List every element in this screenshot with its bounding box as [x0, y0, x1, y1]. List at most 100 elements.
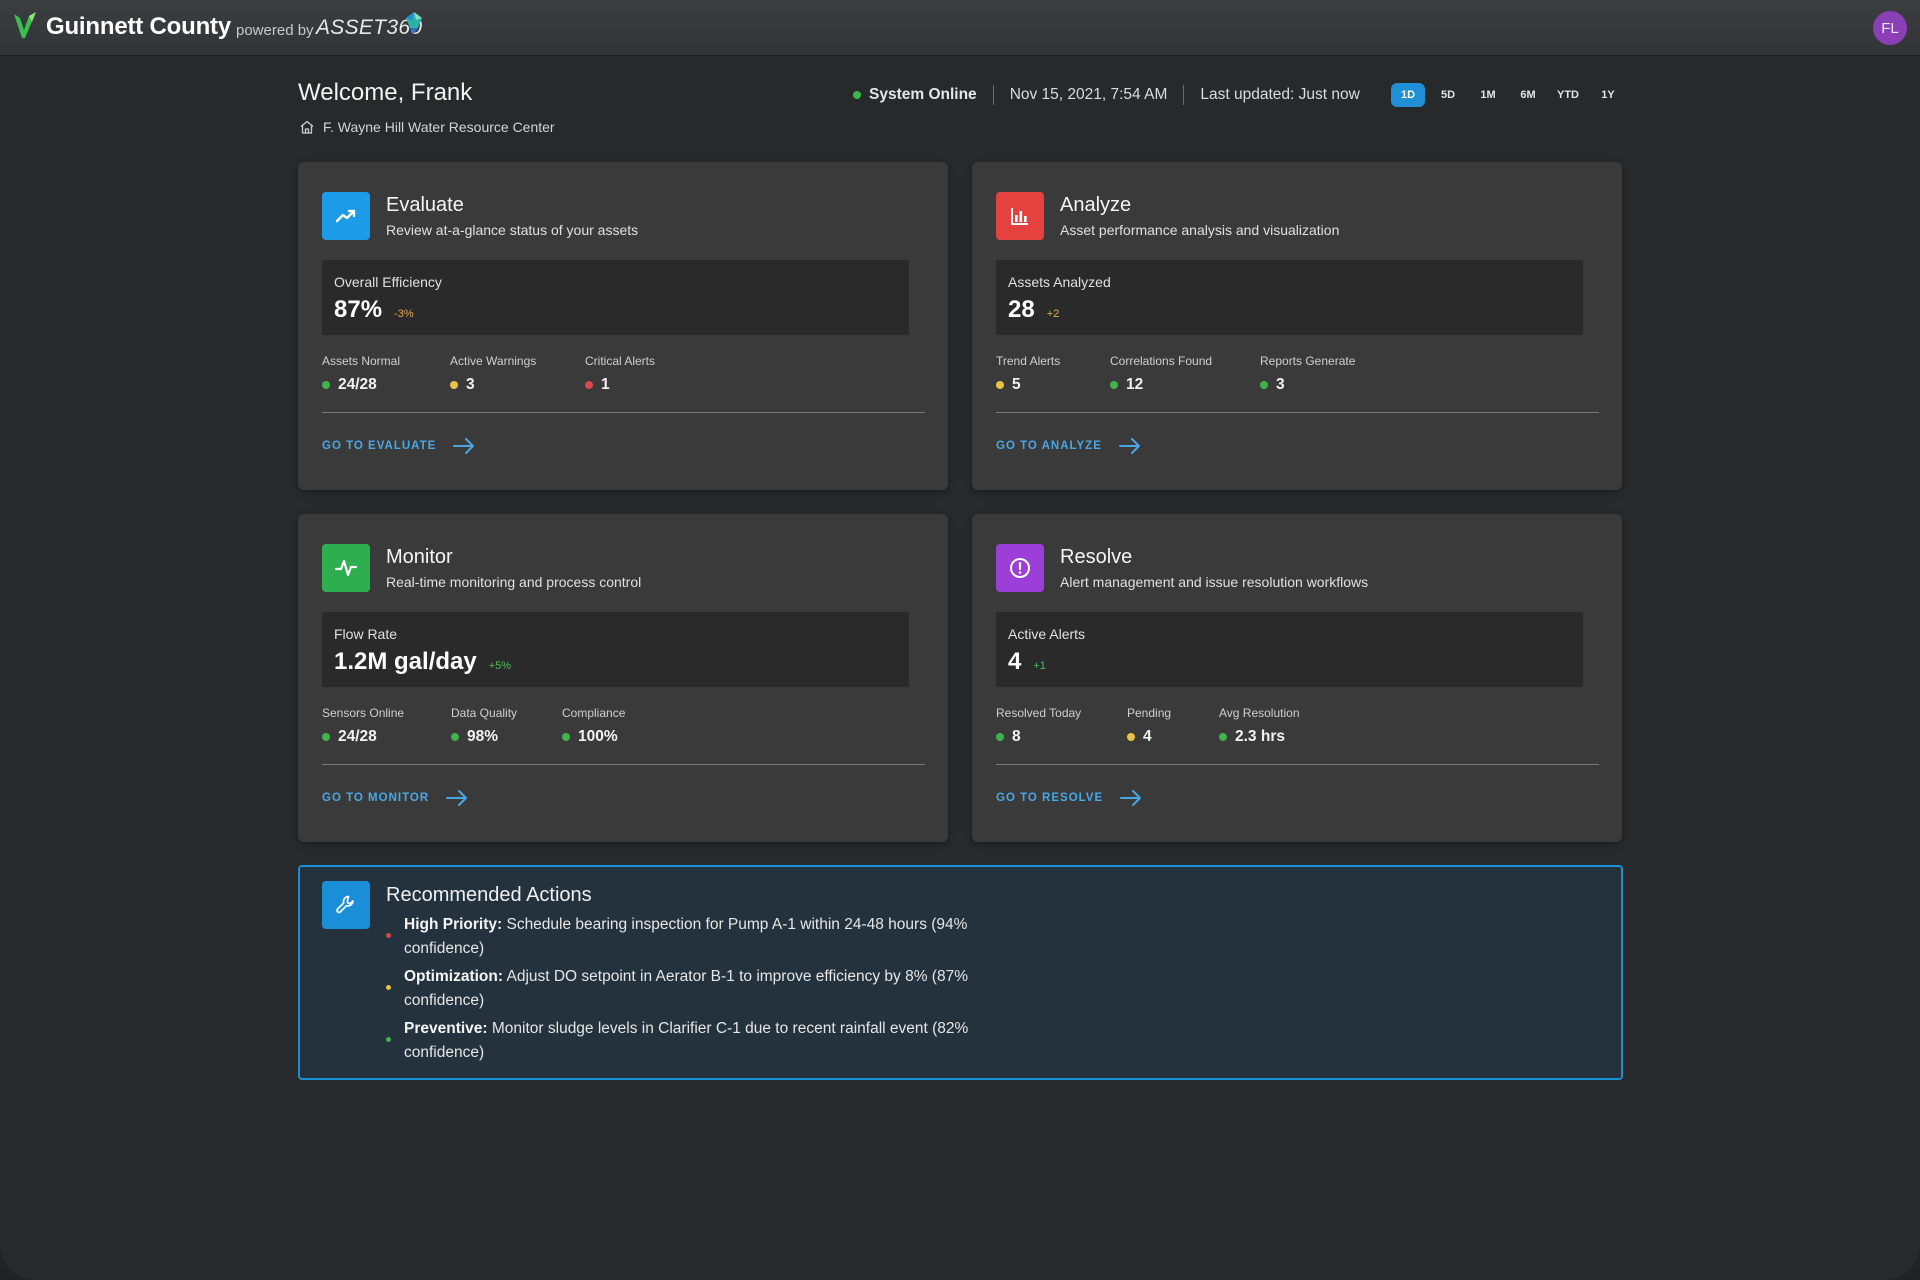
kpi-delta: -3% [394, 308, 414, 320]
card-title: Resolve [1060, 546, 1133, 568]
kpi-label: Flow Rate [334, 626, 398, 642]
divider [992, 85, 994, 105]
card-subtitle: Review at-a-glance status of your assets [386, 222, 639, 238]
status-dot [1260, 381, 1268, 389]
trending-up-icon [322, 192, 370, 240]
stat-label: Pending [1127, 706, 1172, 720]
kpi-label: Overall Efficiency [334, 274, 442, 290]
welcome-heading: Welcome, Frank [298, 79, 473, 106]
card-divider [996, 412, 1599, 413]
link-label: GO TO EVALUATE [322, 440, 437, 452]
stat-item: Avg Resolution 2.3 hrs [1219, 706, 1300, 746]
divider [1183, 85, 1185, 105]
range-button-5d[interactable]: 5D [1431, 83, 1465, 107]
brand-name: Guinnett County [46, 13, 231, 40]
priority-dot [386, 933, 391, 938]
stat-value: 8 [1012, 728, 1021, 745]
go-to-evaluate-link[interactable]: GO TO EVALUATE [322, 436, 476, 456]
range-button-6m[interactable]: 6M [1511, 83, 1545, 107]
stat-item: Correlations Found 12 [1110, 354, 1212, 394]
card-title: Analyze [1060, 194, 1132, 216]
top-bar: Guinnett County powered by ASSET360 FL [0, 0, 1920, 56]
stat-label: Data Quality [451, 706, 518, 720]
stat-value: 1 [601, 376, 610, 393]
recommendation-item: High Priority: Schedule bearing inspecti… [386, 913, 986, 961]
stat-item: Compliance 100% [562, 706, 625, 746]
arrow-right-icon [446, 790, 468, 806]
stat-value: 24/28 [338, 376, 377, 393]
alert-circle-icon [996, 544, 1044, 592]
stat-item: Active Warnings 3 [450, 354, 536, 394]
stat-value: 4 [1143, 728, 1152, 745]
range-button-1y[interactable]: 1Y [1591, 83, 1625, 107]
kpi-label: Active Alerts [1008, 626, 1086, 642]
card-title: Monitor [386, 546, 453, 568]
kpi-panel: Flow Rate 1.2M gal/day +5% [322, 612, 909, 687]
status-dot [1219, 733, 1227, 741]
recommended-actions-panel: Recommended Actions High Priority: Sched… [298, 865, 1623, 1080]
kpi-delta: +2 [1046, 308, 1060, 320]
kpi-value: 1.2M gal/day [334, 648, 477, 675]
monitor-card: Monitor Real-time monitoring and process… [298, 514, 948, 842]
system-status-text: System Online [869, 86, 977, 103]
time-range-selector: 1D 5D 1M 6M YTD 1Y [1391, 83, 1625, 107]
evaluate-card: Evaluate Review at-a-glance status of yo… [298, 162, 948, 490]
stat-value: 24/28 [338, 728, 377, 745]
stat-value: 12 [1126, 376, 1144, 393]
status-dot [450, 381, 458, 389]
kpi-value: 87% [334, 296, 383, 323]
home-icon [300, 120, 314, 134]
recommended-list: High Priority: Schedule bearing inspecti… [386, 913, 986, 1069]
stat-label: Avg Resolution [1219, 706, 1300, 720]
card-divider [322, 412, 925, 413]
go-to-resolve-link[interactable]: GO TO RESOLVE [996, 788, 1143, 808]
status-dot [1110, 381, 1118, 389]
card-title: Evaluate [386, 194, 464, 216]
recommendation-item: Preventive: Monitor sludge levels in Cla… [386, 1017, 986, 1065]
stat-item: Resolved Today 8 [996, 706, 1081, 746]
stat-item: Pending 4 [1127, 706, 1171, 746]
stat-value: 3 [1276, 376, 1285, 393]
stat-item: Critical Alerts 1 [585, 354, 655, 394]
kpi-delta: +1 [1033, 660, 1046, 672]
status-bar: System Online Nov 15, 2021, 7:54 AM Last… [853, 84, 1360, 106]
kpi-value: 4 [1008, 648, 1022, 675]
recommendation-priority: Optimization: [404, 968, 504, 985]
go-to-monitor-link[interactable]: GO TO MONITOR [322, 788, 469, 808]
stat-value: 5 [1012, 376, 1021, 393]
analyze-card: Analyze Asset performance analysis and v… [972, 162, 1622, 490]
county-logo-icon [14, 12, 36, 38]
range-button-1m[interactable]: 1M [1471, 83, 1505, 107]
priority-dot [386, 1037, 391, 1042]
recommendation-item: Optimization: Adjust DO setpoint in Aera… [386, 965, 986, 1013]
activity-pulse-icon [322, 544, 370, 592]
card-divider [322, 764, 925, 765]
status-dot [996, 733, 1004, 741]
stat-label: Compliance [562, 706, 626, 720]
user-avatar[interactable]: FL [1873, 11, 1907, 45]
go-to-analyze-link[interactable]: GO TO ANALYZE [996, 436, 1142, 456]
recommendation-priority: High Priority: [404, 916, 503, 933]
link-label: GO TO RESOLVE [996, 792, 1104, 804]
app-frame: Guinnett County powered by ASSET360 FL W… [0, 0, 1920, 1280]
stat-label: Critical Alerts [585, 354, 656, 368]
range-button-1d[interactable]: 1D [1391, 83, 1425, 107]
range-button-ytd[interactable]: YTD [1551, 83, 1585, 107]
status-dot [996, 381, 1004, 389]
stat-value: 100% [578, 728, 618, 745]
online-status-dot [853, 91, 861, 99]
powered-by-label: powered by [236, 22, 314, 39]
stat-label: Sensors Online [322, 706, 405, 720]
status-dot [585, 381, 593, 389]
kpi-delta: +5% [488, 660, 512, 672]
system-status: System Online [853, 86, 977, 104]
recommended-title: Recommended Actions [386, 884, 592, 906]
card-subtitle: Asset performance analysis and visualiza… [1060, 222, 1340, 238]
arrow-right-icon [1118, 438, 1140, 454]
asset360-gem-icon [406, 12, 422, 34]
status-dot [451, 733, 459, 741]
facility-label: F. Wayne Hill Water Resource Center [299, 119, 555, 135]
kpi-label: Assets Analyzed [1008, 274, 1111, 290]
link-label: GO TO MONITOR [322, 792, 430, 804]
link-label: GO TO ANALYZE [996, 440, 1102, 452]
